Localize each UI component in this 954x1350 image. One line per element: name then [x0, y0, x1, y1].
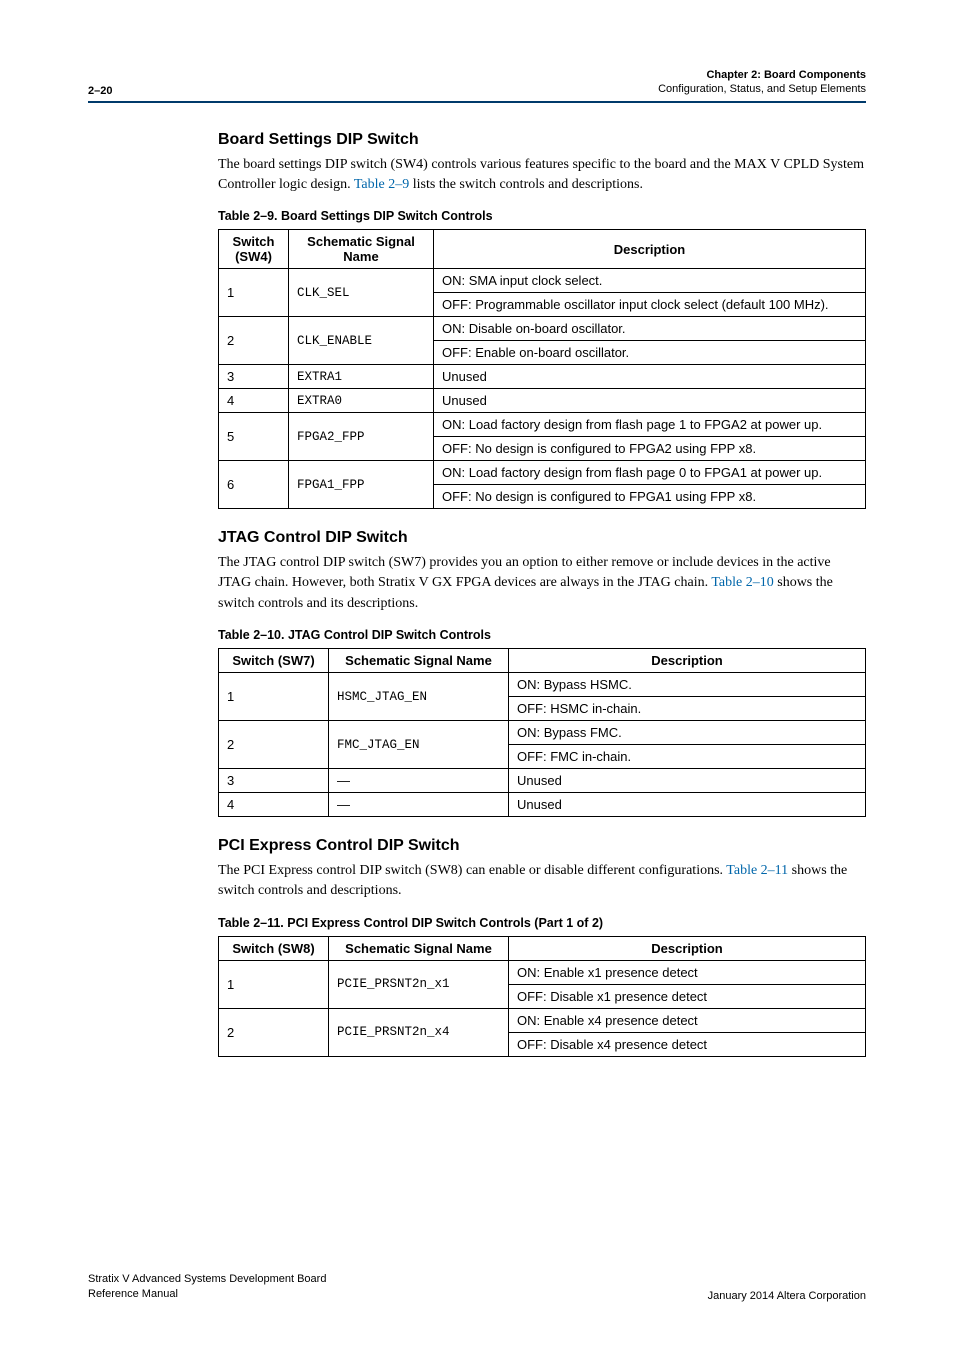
cell-desc: Unused — [509, 769, 866, 793]
table-row: 1 CLK_SEL ON: SMA input clock select. — [219, 269, 866, 293]
table-row: 1 PCIE_PRSNT2n_x1 ON: Enable x1 presence… — [219, 960, 866, 984]
table-ref-link[interactable]: Table 2–10 — [711, 575, 773, 590]
cell-sw: 2 — [219, 1008, 329, 1056]
table-row: 4 EXTRA0 Unused — [219, 389, 866, 413]
th-switch: Switch (SW8) — [219, 936, 329, 960]
cell-signal: CLK_SEL — [289, 269, 434, 317]
footer-doc-sub: Reference Manual — [88, 1287, 326, 1302]
cell-sw: 4 — [219, 793, 329, 817]
cell-signal: EXTRA0 — [289, 389, 434, 413]
cell-sw: 1 — [219, 269, 289, 317]
cell-signal: HSMC_JTAG_EN — [329, 673, 509, 721]
cell-desc: OFF: Disable x4 presence detect — [509, 1032, 866, 1056]
cell-sw: 3 — [219, 769, 329, 793]
table-header-row: Switch (SW4) Schematic Signal Name Descr… — [219, 230, 866, 269]
th-signal: Schematic Signal Name — [329, 649, 509, 673]
section-para-board-settings: The board settings DIP switch (SW4) cont… — [218, 155, 866, 196]
header-right: Chapter 2: Board Components Configuratio… — [658, 68, 866, 97]
section-para-pcie: The PCI Express control DIP switch (SW8)… — [218, 861, 866, 902]
cell-desc: ON: Load factory design from flash page … — [434, 461, 866, 485]
cell-desc: ON: Disable on-board oscillator. — [434, 317, 866, 341]
footer-left: Stratix V Advanced Systems Development B… — [88, 1272, 326, 1302]
table-caption-2-10: Table 2–10. JTAG Control DIP Switch Cont… — [218, 628, 866, 642]
table-row: 2 FMC_JTAG_EN ON: Bypass FMC. — [219, 721, 866, 745]
footer-right: January 2014 Altera Corporation — [708, 1290, 866, 1302]
cell-desc: ON: Bypass FMC. — [509, 721, 866, 745]
section-title-jtag: JTAG Control DIP Switch — [218, 529, 866, 547]
cell-signal: PCIE_PRSNT2n_x1 — [329, 960, 509, 1008]
cell-signal: FMC_JTAG_EN — [329, 721, 509, 769]
cell-desc: OFF: No design is configured to FPGA1 us… — [434, 485, 866, 509]
cell-desc: ON: Enable x4 presence detect — [509, 1008, 866, 1032]
cell-signal: — — [329, 769, 509, 793]
cell-desc: OFF: Disable x1 presence detect — [509, 984, 866, 1008]
table-ref-link[interactable]: Table 2–11 — [726, 863, 788, 878]
cell-desc: ON: Bypass HSMC. — [509, 673, 866, 697]
footer-doc-title: Stratix V Advanced Systems Development B… — [88, 1272, 326, 1287]
table-row: 4 — Unused — [219, 793, 866, 817]
table-ref-link[interactable]: Table 2–9 — [354, 177, 409, 192]
cell-desc: OFF: Programmable oscillator input clock… — [434, 293, 866, 317]
table-row: 1 HSMC_JTAG_EN ON: Bypass HSMC. — [219, 673, 866, 697]
cell-desc: OFF: Enable on-board oscillator. — [434, 341, 866, 365]
cell-sw: 2 — [219, 721, 329, 769]
section-title-board-settings: Board Settings DIP Switch — [218, 131, 866, 149]
table-header-row: Switch (SW8) Schematic Signal Name Descr… — [219, 936, 866, 960]
table-row: 6 FPGA1_FPP ON: Load factory design from… — [219, 461, 866, 485]
table-row: 3 EXTRA1 Unused — [219, 365, 866, 389]
cell-signal: FPGA2_FPP — [289, 413, 434, 461]
cell-sw: 5 — [219, 413, 289, 461]
cell-desc: OFF: HSMC in-chain. — [509, 697, 866, 721]
cell-signal: PCIE_PRSNT2n_x4 — [329, 1008, 509, 1056]
table-header-row: Switch (SW7) Schematic Signal Name Descr… — [219, 649, 866, 673]
cell-desc: ON: Enable x1 presence detect — [509, 960, 866, 984]
cell-sw: 3 — [219, 365, 289, 389]
table-2-9: Switch (SW4) Schematic Signal Name Descr… — [218, 229, 866, 509]
th-switch: Switch (SW4) — [219, 230, 289, 269]
table-row: 5 FPGA2_FPP ON: Load factory design from… — [219, 413, 866, 437]
cell-desc: Unused — [434, 365, 866, 389]
table-2-11: Switch (SW8) Schematic Signal Name Descr… — [218, 936, 866, 1057]
text: The PCI Express control DIP switch (SW8)… — [218, 863, 726, 878]
cell-signal: — — [329, 793, 509, 817]
th-description: Description — [509, 936, 866, 960]
cell-sw: 4 — [219, 389, 289, 413]
table-row: 3 — Unused — [219, 769, 866, 793]
cell-signal: EXTRA1 — [289, 365, 434, 389]
text: lists the switch controls and descriptio… — [409, 177, 643, 192]
page-number: 2–20 — [88, 85, 112, 97]
cell-desc: Unused — [434, 389, 866, 413]
th-description: Description — [434, 230, 866, 269]
cell-sw: 1 — [219, 673, 329, 721]
page-footer: Stratix V Advanced Systems Development B… — [88, 1272, 866, 1302]
chapter-title: Chapter 2: Board Components — [658, 68, 866, 82]
th-signal: Schematic Signal Name — [289, 230, 434, 269]
cell-signal: FPGA1_FPP — [289, 461, 434, 509]
cell-sw: 2 — [219, 317, 289, 365]
cell-desc: Unused — [509, 793, 866, 817]
section-title-pcie: PCI Express Control DIP Switch — [218, 837, 866, 855]
cell-sw: 6 — [219, 461, 289, 509]
cell-desc: OFF: No design is configured to FPGA2 us… — [434, 437, 866, 461]
section-para-jtag: The JTAG control DIP switch (SW7) provid… — [218, 553, 866, 614]
cell-signal: CLK_ENABLE — [289, 317, 434, 365]
cell-desc: OFF: FMC in-chain. — [509, 745, 866, 769]
table-row: 2 CLK_ENABLE ON: Disable on-board oscill… — [219, 317, 866, 341]
th-signal: Schematic Signal Name — [329, 936, 509, 960]
th-switch: Switch (SW7) — [219, 649, 329, 673]
page-header: 2–20 Chapter 2: Board Components Configu… — [88, 68, 866, 103]
cell-desc: ON: Load factory design from flash page … — [434, 413, 866, 437]
table-2-10: Switch (SW7) Schematic Signal Name Descr… — [218, 648, 866, 817]
cell-sw: 1 — [219, 960, 329, 1008]
th-description: Description — [509, 649, 866, 673]
table-row: 2 PCIE_PRSNT2n_x4 ON: Enable x4 presence… — [219, 1008, 866, 1032]
cell-desc: ON: SMA input clock select. — [434, 269, 866, 293]
table-caption-2-11: Table 2–11. PCI Express Control DIP Swit… — [218, 916, 866, 930]
table-caption-2-9: Table 2–9. Board Settings DIP Switch Con… — [218, 209, 866, 223]
chapter-sub: Configuration, Status, and Setup Element… — [658, 82, 866, 96]
